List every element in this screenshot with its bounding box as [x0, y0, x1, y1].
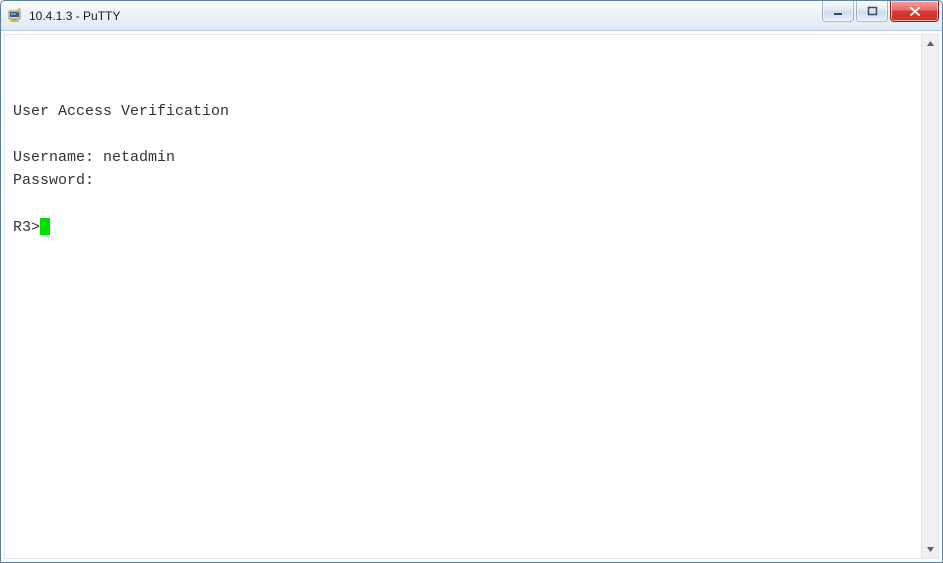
scroll-track[interactable]	[922, 52, 938, 541]
password-label: Password:	[13, 172, 94, 189]
putty-window: 10.4.1.3 - PuTTY User Access Verificatio…	[0, 0, 943, 563]
scroll-down-arrow[interactable]	[922, 541, 938, 558]
prompt: R3>	[13, 219, 40, 236]
putty-icon	[7, 8, 23, 24]
username-label: Username:	[13, 149, 103, 166]
maximize-button[interactable]	[856, 1, 888, 22]
cursor	[40, 218, 50, 235]
scrollbar[interactable]	[921, 35, 938, 558]
close-button[interactable]	[890, 1, 939, 22]
window-controls	[822, 1, 942, 22]
window-title: 10.4.1.3 - PuTTY	[29, 1, 120, 31]
terminal[interactable]: User Access Verification Username: netad…	[5, 35, 921, 558]
content-area: User Access Verification Username: netad…	[4, 34, 939, 559]
minimize-button[interactable]	[822, 1, 854, 22]
access-header: User Access Verification	[13, 103, 229, 120]
username-value: netadmin	[103, 149, 175, 166]
scroll-up-arrow[interactable]	[922, 35, 938, 52]
titlebar[interactable]: 10.4.1.3 - PuTTY	[1, 1, 942, 31]
